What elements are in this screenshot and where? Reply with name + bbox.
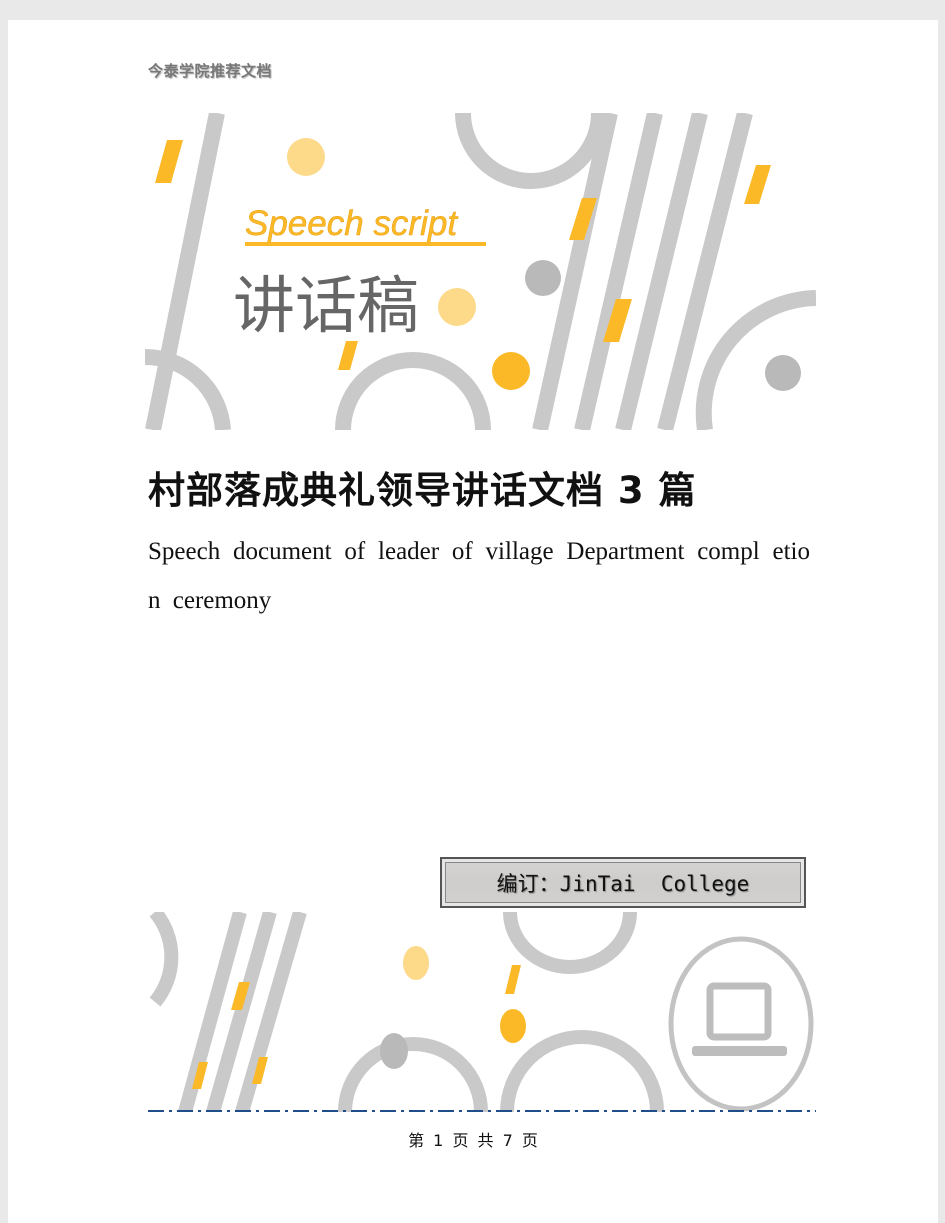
arc-bottom-mid bbox=[335, 352, 491, 430]
arc-bottom-right bbox=[500, 1030, 664, 1112]
cover-illustration-top: Speech script 讲话稿 bbox=[145, 113, 816, 430]
diagonal-stripe bbox=[615, 113, 708, 430]
light-yellow-dot bbox=[438, 288, 476, 326]
arc-right bbox=[695, 290, 816, 430]
light-yellow-dot bbox=[403, 946, 429, 980]
light-yellow-dot bbox=[287, 138, 325, 176]
gray-dot bbox=[380, 1033, 408, 1069]
page-number: 第 1 页 共 7 页 bbox=[408, 1131, 538, 1150]
speech-script-label: Speech script bbox=[245, 204, 458, 243]
document-title: 村部落成典礼领导讲话文档 3 篇 bbox=[148, 469, 697, 512]
gray-dot bbox=[765, 355, 801, 391]
editor-label: 编订：JinTai College bbox=[496, 871, 750, 896]
yellow-dot bbox=[492, 352, 530, 390]
arc-top bbox=[455, 113, 607, 189]
arc-top bbox=[503, 912, 637, 974]
arc-left bbox=[149, 912, 179, 1007]
arc-bottom-mid bbox=[338, 1037, 488, 1112]
yellow-dash bbox=[155, 140, 183, 183]
document-page: 今泰学院推荐文档 Speech script 讲话稿 村部落成典礼领导讲话文档 … bbox=[8, 20, 938, 1223]
document-subtitle: Speech document of leader of village Dep… bbox=[148, 538, 810, 614]
diagonal-stripe bbox=[178, 912, 247, 1112]
header-brand-text: 今泰学院推荐文档 bbox=[148, 62, 273, 80]
chinese-label: 讲话稿 bbox=[233, 269, 419, 342]
laptop-circle bbox=[668, 936, 814, 1112]
yellow-dash bbox=[505, 965, 521, 994]
yellow-dash bbox=[744, 165, 771, 204]
diagonal-stripe bbox=[235, 912, 307, 1112]
gray-dot bbox=[525, 260, 561, 296]
footer-divider bbox=[148, 1110, 816, 1112]
cover-illustration-bottom bbox=[149, 912, 814, 1112]
laptop-icon bbox=[692, 982, 787, 1056]
yellow-dash bbox=[338, 341, 358, 370]
editor-badge: 编订：JinTai College bbox=[440, 857, 806, 908]
yellow-dot bbox=[500, 1009, 526, 1043]
